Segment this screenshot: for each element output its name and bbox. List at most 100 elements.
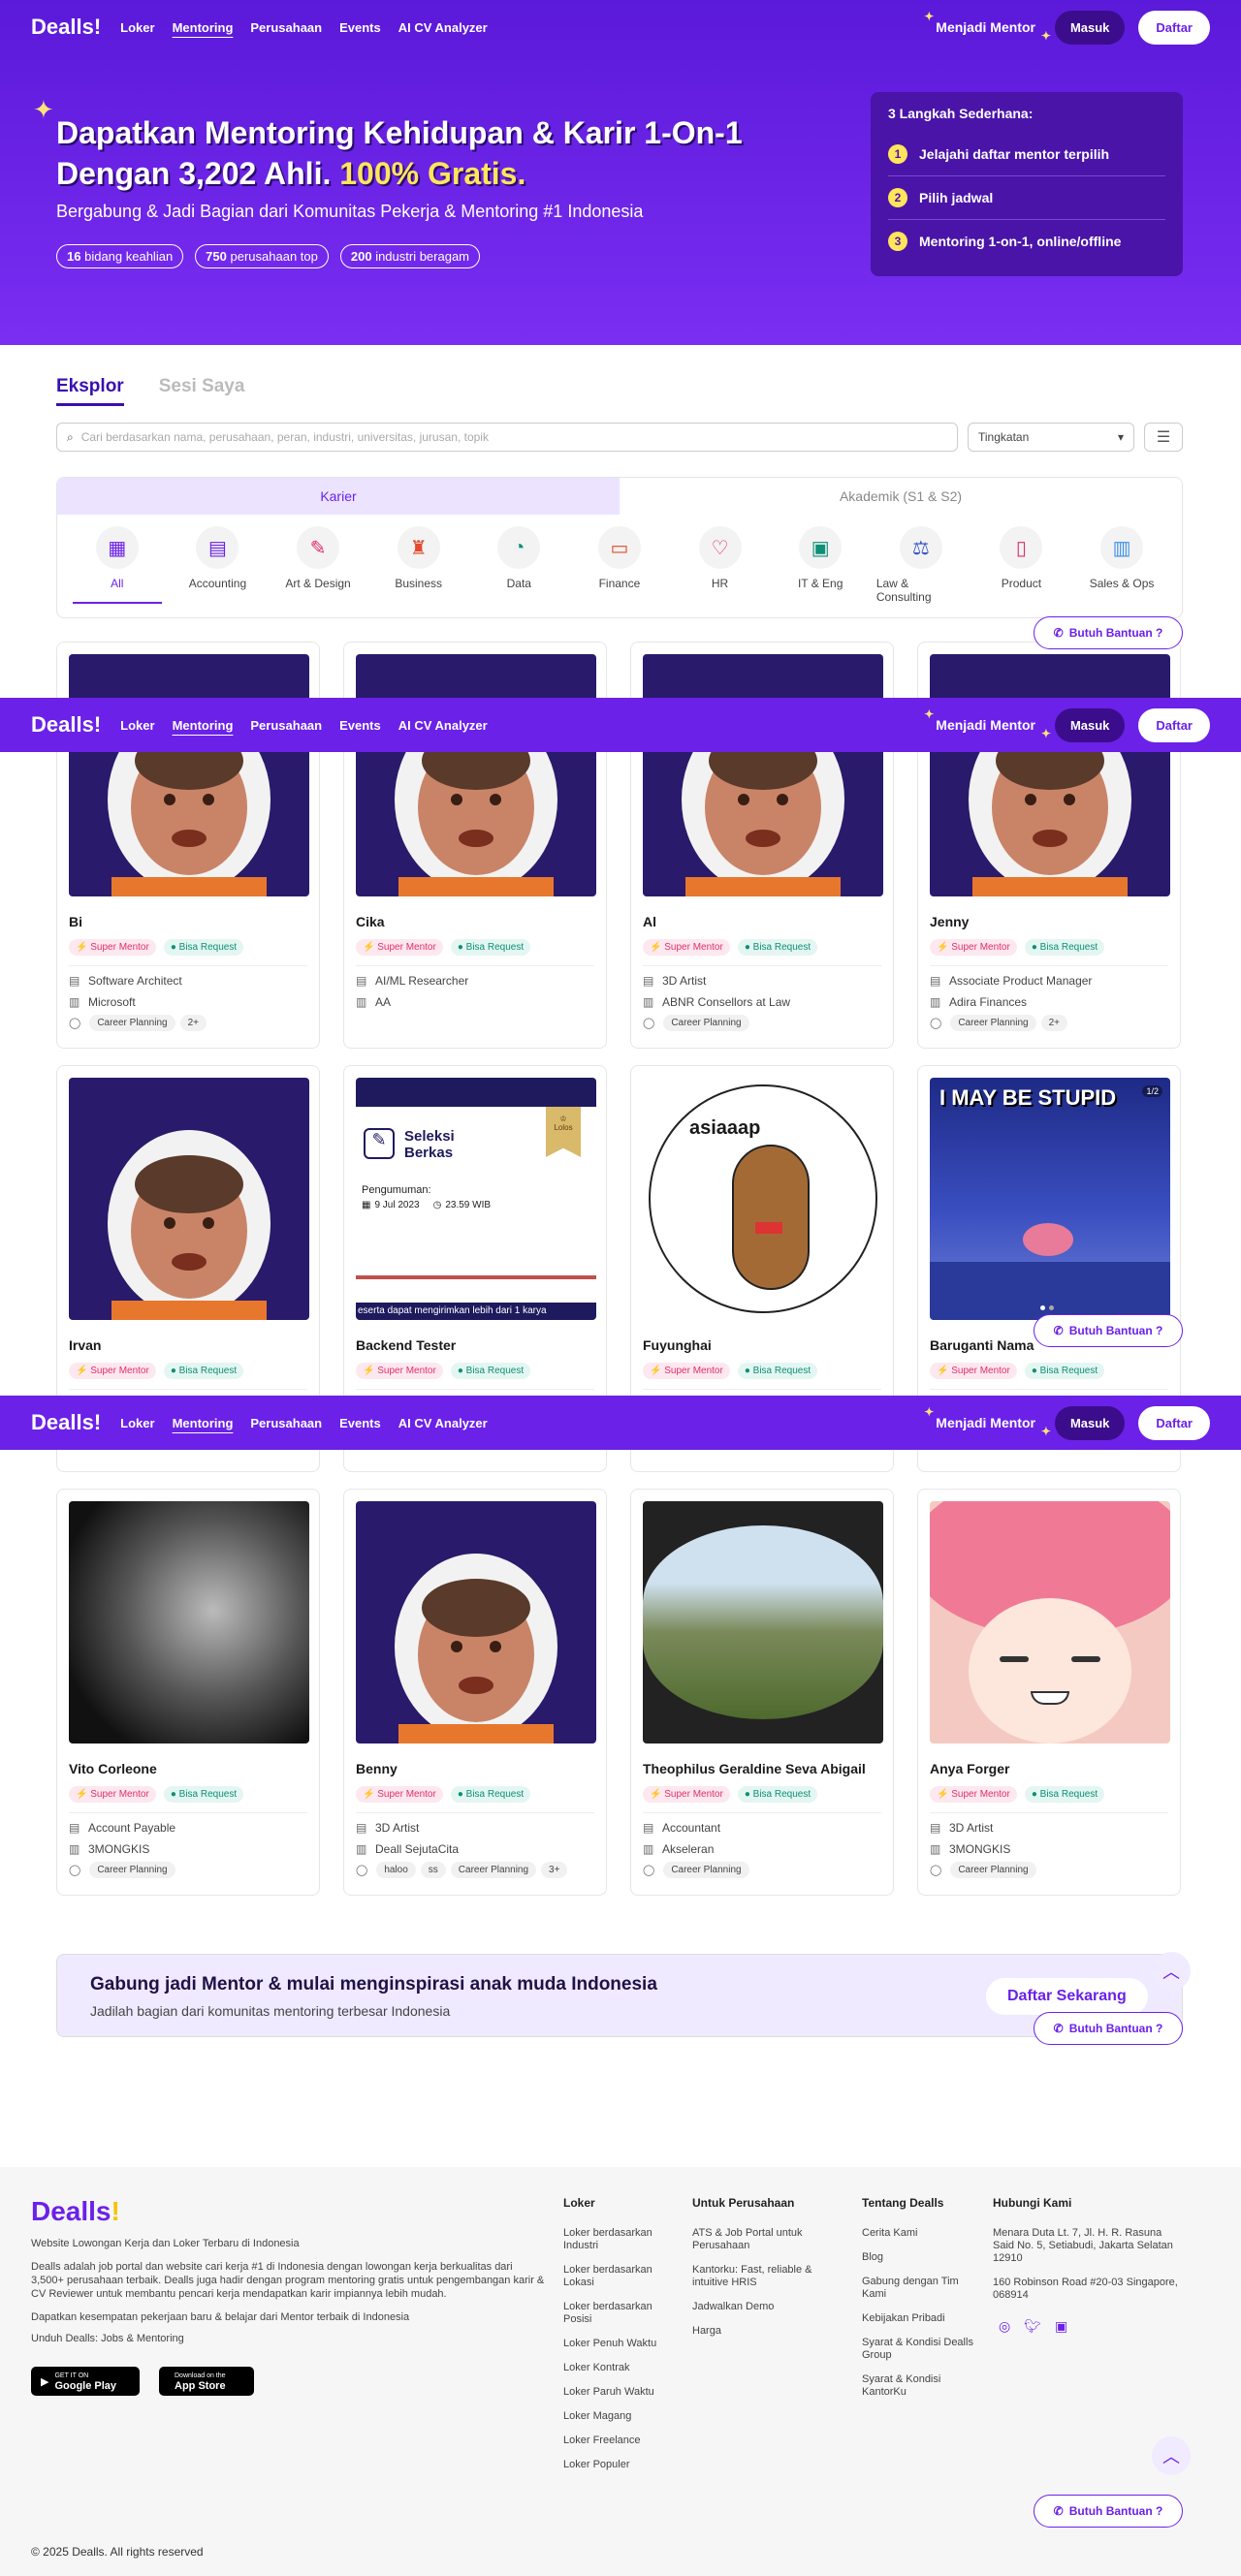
nav-loker[interactable]: Loker xyxy=(120,718,154,733)
nav-ai-cv[interactable]: AI CV Analyzer xyxy=(398,20,488,35)
become-mentor-link[interactable]: ✦ Menjadi Mentor ✦ xyxy=(924,707,1051,740)
portrait-photo xyxy=(69,1501,309,1744)
tab-eksplor[interactable]: Eksplor xyxy=(56,376,124,406)
category-business[interactable]: ♜ Business xyxy=(374,526,463,604)
footer-link[interactable]: Syarat & Kondisi KantorKu xyxy=(862,2373,982,2399)
register-now-button[interactable]: Daftar Sekarang xyxy=(986,1978,1148,2015)
nav-perusahaan[interactable]: Perusahaan xyxy=(250,718,322,733)
footer-link[interactable]: Kebijakan Pribadi xyxy=(862,2312,982,2325)
nav-events[interactable]: Events xyxy=(339,718,381,733)
hero-stats: 16 bidang keahlian 750 perusahaan top 20… xyxy=(56,244,481,268)
google-play-button[interactable]: ▶ GET IT ON Google Play xyxy=(31,2367,140,2396)
mentor-card[interactable]: Vito Corleone ⚡ Super Mentor ● Bisa Reques… xyxy=(56,1489,320,1896)
request-label: Bisa Request xyxy=(752,1789,811,1800)
footer-link[interactable]: Loker Populer xyxy=(563,2459,684,2471)
footer-link[interactable]: Loker berdasarkan Lokasi xyxy=(563,2264,684,2289)
footer-link[interactable]: Cerita Kami xyxy=(862,2227,982,2240)
topic-tag: Career Planning xyxy=(89,1015,175,1031)
carousel-counter: 1/2 xyxy=(1142,1085,1162,1097)
category-sales-ops[interactable]: ▥ Sales & Ops xyxy=(1077,526,1166,604)
category-art-design[interactable]: ✎ Art & Design xyxy=(273,526,363,604)
footer-link[interactable]: Loker Magang xyxy=(563,2410,684,2423)
tab-sesi-saya[interactable]: Sesi Saya xyxy=(159,376,245,406)
register-button[interactable]: Daftar xyxy=(1138,1405,1210,1440)
footer-link[interactable]: ATS & Job Portal untuk Perusahaan xyxy=(692,2227,812,2252)
nav-mentoring[interactable]: Mentoring xyxy=(173,718,234,733)
footer-link[interactable]: Harga xyxy=(692,2325,812,2338)
step-item: 3 Mentoring 1-on-1, online/offline xyxy=(888,220,1165,263)
footer-link[interactable]: Gabung dengan Tim Kami xyxy=(862,2276,982,2301)
help-button[interactable]: ✆ Butuh Bantuan ? xyxy=(1034,2012,1183,2045)
brand-logo[interactable]: Dealls! xyxy=(31,712,101,738)
request-badge: ● Bisa Request xyxy=(450,939,531,956)
nav-loker[interactable]: Loker xyxy=(120,20,154,35)
mentor-topics: ◯ Career Planning 2+ xyxy=(930,1015,1168,1031)
category-finance[interactable]: ▭ Finance xyxy=(575,526,664,604)
category-all[interactable]: ▦ All xyxy=(72,526,162,604)
category-data[interactable]: ◔ Data xyxy=(474,526,563,604)
footer-link[interactable]: Loker Paruh Waktu xyxy=(563,2386,684,2399)
become-mentor-link[interactable]: ✦ Menjadi Mentor ✦ xyxy=(924,1405,1051,1438)
help-button[interactable]: ✆ Butuh Bantuan ? xyxy=(1034,2495,1183,2528)
category-it-eng[interactable]: ▣ IT & Eng xyxy=(776,526,865,604)
mentor-role-text: Account Payable xyxy=(88,1821,176,1835)
register-button[interactable]: Daftar xyxy=(1138,10,1210,45)
nav-ai-cv[interactable]: AI CV Analyzer xyxy=(398,1416,488,1430)
scroll-top-button[interactable]: ︿ xyxy=(1152,2436,1191,2475)
nav-ai-cv[interactable]: AI CV Analyzer xyxy=(398,718,488,733)
footer-logo[interactable]: Dealls! xyxy=(31,2196,120,2227)
become-mentor-link[interactable]: ✦ Menjadi Mentor ✦ xyxy=(924,10,1051,43)
request-label: Bisa Request xyxy=(178,1366,238,1376)
category-accounting[interactable]: ▤ Accounting xyxy=(173,526,262,604)
category-label: Art & Design xyxy=(285,577,351,590)
search-input[interactable]: ⌕ Cari berdasarkan nama, perusahaan, pera… xyxy=(56,423,958,452)
login-button[interactable]: Masuk xyxy=(1054,707,1126,742)
become-mentor-label: Menjadi Mentor xyxy=(936,717,1035,733)
topic-tag: 3+ xyxy=(541,1862,568,1878)
nav-mentoring[interactable]: Mentoring xyxy=(173,1416,234,1430)
nav-loker[interactable]: Loker xyxy=(120,1416,154,1430)
category-law-consulting[interactable]: ⚖ Law & Consulting xyxy=(876,526,966,604)
help-button[interactable]: ✆ Butuh Bantuan ? xyxy=(1034,616,1183,649)
category-product[interactable]: ▯ Product xyxy=(976,526,1066,604)
step-number: 3 xyxy=(888,232,907,251)
footer-link[interactable]: Loker Kontrak xyxy=(563,2362,684,2374)
footer-link[interactable]: Jadwalkan Demo xyxy=(692,2301,812,2313)
register-button[interactable]: Daftar xyxy=(1138,707,1210,742)
brand-logo[interactable]: Dealls! xyxy=(31,1410,101,1435)
instagram-icon[interactable]: ◎ xyxy=(999,2318,1010,2335)
nav-perusahaan[interactable]: Perusahaan xyxy=(250,1416,322,1430)
footer-link[interactable]: Loker Penuh Waktu xyxy=(563,2338,684,2350)
scroll-top-button[interactable]: ︿ xyxy=(1152,1952,1191,1991)
footer-link[interactable]: Syarat & Kondisi Dealls Group xyxy=(862,2337,982,2362)
level-select[interactable]: Tingkatan ▾ xyxy=(968,423,1134,452)
brand-logo[interactable]: Dealls! xyxy=(31,15,101,40)
mentor-card[interactable]: Anya Forger ⚡ Super Mentor ● Bisa Request ▤… xyxy=(917,1489,1181,1896)
mentor-card[interactable]: Theophilus Geraldine Seva Abigail ⚡ Super… xyxy=(630,1489,894,1896)
nav-events[interactable]: Events xyxy=(339,1416,381,1430)
footer-link[interactable]: Loker Freelance xyxy=(563,2435,684,2447)
person-icon: ● xyxy=(744,1789,750,1800)
super-mentor-label: Super Mentor xyxy=(951,1366,1010,1376)
nav-events[interactable]: Events xyxy=(339,20,381,35)
footer-link[interactable]: Loker berdasarkan Industri xyxy=(563,2227,684,2252)
twitter-icon[interactable]: 🐦︎ xyxy=(1024,2318,1041,2335)
login-button[interactable]: Masuk xyxy=(1054,10,1126,45)
nav-perusahaan[interactable]: Perusahaan xyxy=(250,20,322,35)
tab-akademik[interactable]: Akademik (S1 & S2) xyxy=(620,478,1182,515)
super-mentor-label: Super Mentor xyxy=(377,1789,436,1800)
mentor-company-text: Microsoft xyxy=(88,995,136,1009)
footer-link[interactable]: Loker berdasarkan Posisi xyxy=(563,2301,684,2326)
carousel-dots[interactable] xyxy=(1040,1305,1054,1310)
tab-karier[interactable]: Karier xyxy=(57,478,620,515)
app-store-button[interactable]: Download on the App Store xyxy=(159,2367,254,2396)
footer-link[interactable]: Blog xyxy=(862,2251,982,2264)
mentor-card[interactable]: Benny ⚡ Super Mentor ● Bisa Request ▤ 3D Art… xyxy=(343,1489,607,1896)
footer-link[interactable]: Kantorku: Fast, reliable & intuitive HRI… xyxy=(692,2264,812,2289)
category-hr[interactable]: ♡ HR xyxy=(676,526,765,604)
help-button[interactable]: ✆ Butuh Bantuan ? xyxy=(1034,1314,1183,1347)
login-button[interactable]: Masuk xyxy=(1054,1405,1126,1440)
sort-filter-button[interactable]: ☰ xyxy=(1144,423,1183,452)
nav-mentoring[interactable]: Mentoring xyxy=(173,20,234,35)
linkedin-icon[interactable]: ▣ xyxy=(1055,2318,1067,2335)
